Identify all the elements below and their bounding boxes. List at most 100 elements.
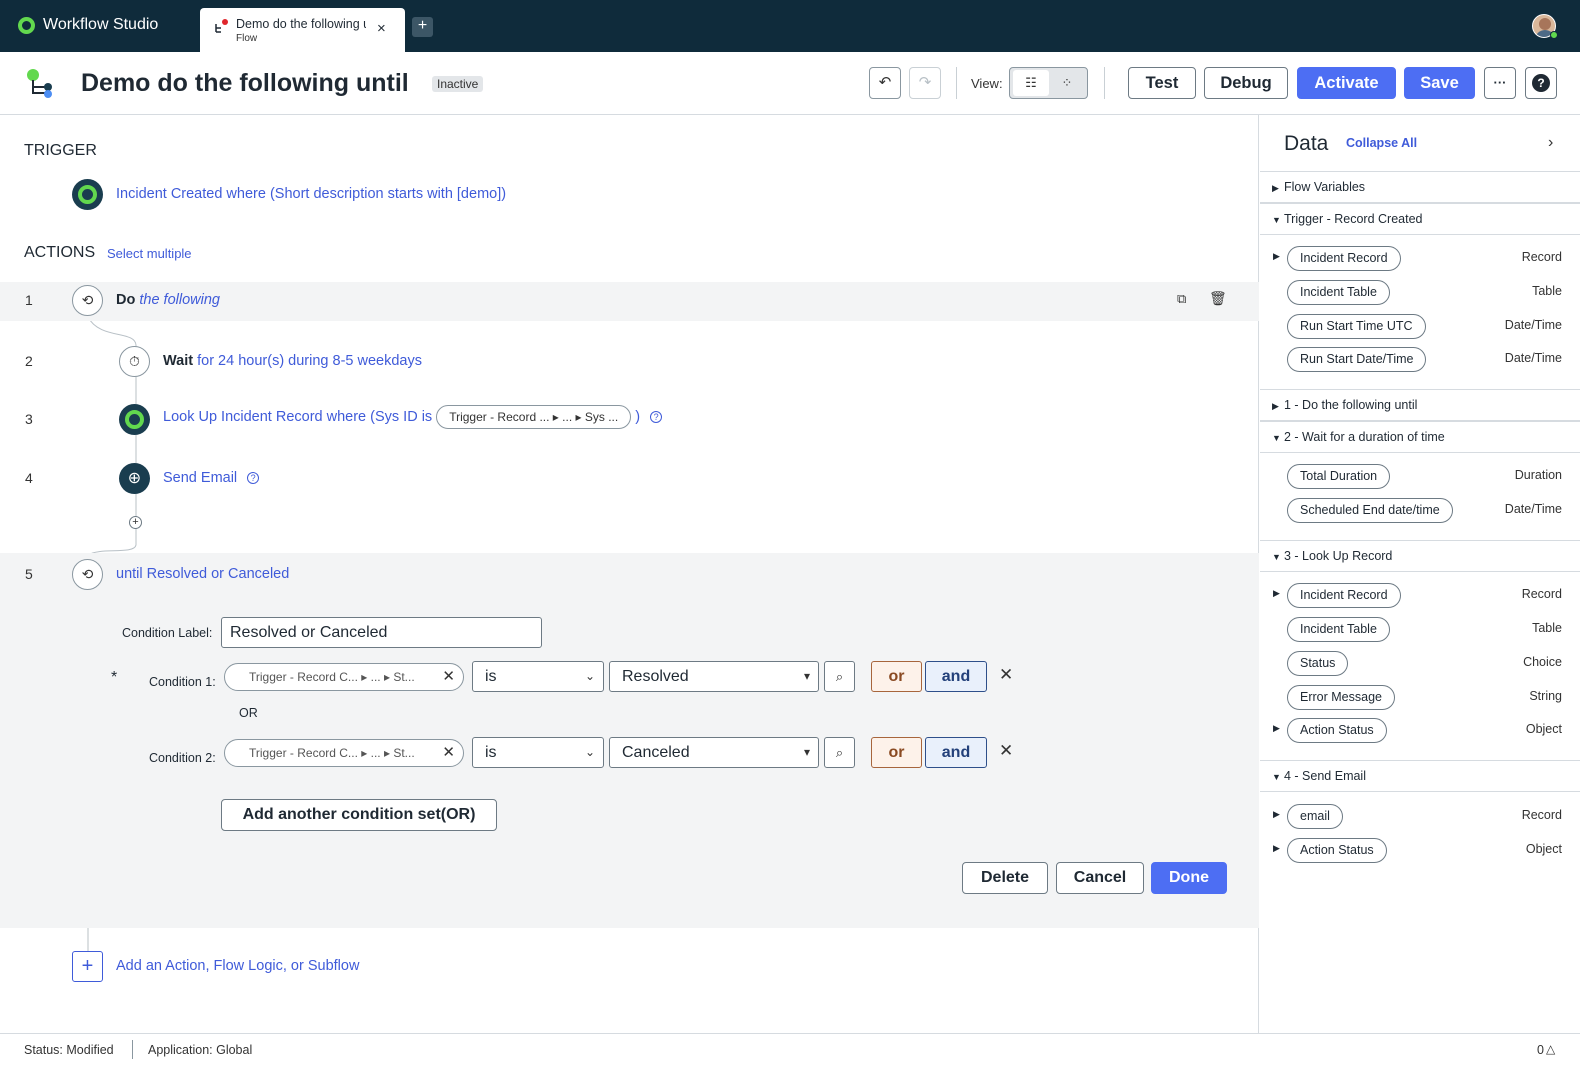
group-step-1[interactable]: ▶ 1 - Do the following until xyxy=(1260,389,1580,421)
group-step-3[interactable]: ▼ 3 - Look Up Record xyxy=(1260,540,1580,572)
collapse-icon: ▼ xyxy=(1272,433,1281,443)
wait-detail: for 24 hour(s) during 8-5 weekdays xyxy=(197,353,422,369)
cancel-button[interactable]: Cancel xyxy=(1056,862,1144,894)
warning-count[interactable]: 0 xyxy=(1537,1043,1544,1057)
save-button[interactable]: Save xyxy=(1404,67,1475,99)
action-4-summary[interactable]: Send Email ? xyxy=(163,470,260,486)
and-button[interactable]: and xyxy=(925,737,987,768)
action-2-summary[interactable]: Wait for 24 hour(s) during 8-5 weekdays xyxy=(163,353,422,369)
caret-down-icon: ▾ xyxy=(803,669,810,683)
flow-tab-icon xyxy=(215,24,221,33)
data-item[interactable]: ▶ Action Status Object xyxy=(1260,838,1580,864)
collapse-icon: ▼ xyxy=(1272,552,1281,562)
panel-title: Data xyxy=(1284,132,1329,155)
help-icon[interactable]: ? xyxy=(247,472,260,485)
clear-field-icon[interactable]: ✕ xyxy=(442,740,455,766)
remove-condition-icon[interactable]: ✕ xyxy=(999,741,1013,761)
row-number: 2 xyxy=(25,353,33,369)
application-text: Application: Global xyxy=(148,1043,253,1057)
condition-1-operator[interactable]: is ⌄ xyxy=(472,661,604,692)
more-options-button[interactable]: ··· xyxy=(1484,67,1516,99)
collapse-all-link[interactable]: Collapse All xyxy=(1346,136,1417,150)
tab-title: Demo do the following until xyxy=(236,17,366,31)
data-item[interactable]: ▶ email Record xyxy=(1260,804,1580,830)
plus-icon[interactable]: + xyxy=(72,951,103,982)
test-button[interactable]: Test xyxy=(1128,67,1196,99)
select-multiple-link[interactable]: Select multiple xyxy=(107,246,192,261)
data-item[interactable]: Incident Table Table xyxy=(1260,617,1580,643)
pill-picker-icon[interactable]: ⌕ xyxy=(824,661,855,692)
and-button[interactable]: and xyxy=(925,661,987,692)
grid-view-icon[interactable]: ⁘ xyxy=(1049,70,1085,96)
condition-2-operator[interactable]: is ⌄ xyxy=(472,737,604,768)
action-1-summary[interactable]: Do the following xyxy=(116,292,220,308)
undo-button[interactable]: ↶ xyxy=(869,67,901,99)
row-number: 5 xyxy=(25,566,33,582)
until-summary[interactable]: until Resolved or Canceled xyxy=(116,566,289,582)
tab-close-icon[interactable]: × xyxy=(377,20,386,37)
lookup-text: Look Up Incident Record where (Sys ID is xyxy=(163,408,433,425)
clear-field-icon[interactable]: ✕ xyxy=(442,664,455,690)
data-item[interactable]: Total Duration Duration xyxy=(1260,464,1580,490)
tree-view-icon[interactable]: ☷ xyxy=(1013,70,1049,96)
delete-button[interactable]: Delete xyxy=(962,862,1048,894)
view-details-icon[interactable]: ⧉ xyxy=(1177,291,1186,307)
data-item[interactable]: ▶ Action Status Object xyxy=(1260,718,1580,744)
action-3-summary[interactable]: Look Up Incident Record where (Sys ID is… xyxy=(163,405,663,429)
status-text: Status: Modified xyxy=(24,1043,114,1057)
divider xyxy=(956,67,957,99)
app-brand[interactable]: Workflow Studio xyxy=(18,16,158,34)
help-button[interactable]: ? xyxy=(1525,67,1557,99)
data-pill[interactable]: Trigger - Record ... ▸ ... ▸ Sys ... xyxy=(436,405,632,429)
condition-2-value[interactable]: Canceled ▾ xyxy=(609,737,819,768)
trigger-heading: TRIGGER xyxy=(24,142,97,159)
row-number: 3 xyxy=(25,411,33,427)
condition-label-input[interactable]: Resolved or Canceled xyxy=(221,617,542,648)
redo-button[interactable]: ↷ xyxy=(909,67,941,99)
help-icon[interactable]: ? xyxy=(650,411,663,423)
or-button[interactable]: or xyxy=(871,661,922,692)
data-item[interactable]: Run Start Time UTC Date/Time xyxy=(1260,314,1580,340)
expand-icon: ▶ xyxy=(1272,183,1279,193)
new-tab-button[interactable]: + xyxy=(412,17,433,37)
done-button[interactable]: Done xyxy=(1151,862,1227,894)
group-trigger[interactable]: ▼ Trigger - Record Created xyxy=(1260,203,1580,235)
condition-1-value[interactable]: Resolved ▾ xyxy=(609,661,819,692)
view-toggle[interactable]: ☷ ⁘ xyxy=(1009,67,1088,99)
timer-icon: ⏱ xyxy=(119,346,150,377)
data-item[interactable]: Run Start Date/Time Date/Time xyxy=(1260,347,1580,373)
warning-icon[interactable]: △ xyxy=(1546,1042,1555,1056)
divider xyxy=(132,1040,133,1059)
trigger-summary[interactable]: Incident Created where (Short descriptio… xyxy=(116,186,506,202)
loop-icon: ⟲ xyxy=(72,285,103,316)
group-flow-variables[interactable]: ▶ Flow Variables xyxy=(1260,171,1580,203)
data-item[interactable]: Incident Table Table xyxy=(1260,280,1580,306)
add-action-link[interactable]: Add an Action, Flow Logic, or Subflow xyxy=(116,958,359,974)
add-step-plus-icon[interactable]: + xyxy=(129,516,142,529)
chevron-right-icon[interactable]: › xyxy=(1548,134,1553,152)
data-item[interactable]: Error Message String xyxy=(1260,685,1580,711)
data-item[interactable]: ▶ Incident Record Record xyxy=(1260,246,1580,272)
condition-2-field[interactable]: Trigger - Record C... ▸ ... ▸ St... ✕ xyxy=(224,739,464,767)
add-condition-set-button[interactable]: Add another condition set(OR) xyxy=(221,799,497,831)
condition-1-field[interactable]: Trigger - Record C... ▸ ... ▸ St... ✕ xyxy=(224,663,464,691)
globe-icon: ⊕ xyxy=(119,463,150,494)
group-step-4[interactable]: ▼ 4 - Send Email xyxy=(1260,760,1580,792)
view-label: View: xyxy=(971,76,1003,91)
collapse-icon: ▼ xyxy=(1272,215,1281,225)
data-item[interactable]: Scheduled End date/time Date/Time xyxy=(1260,498,1580,524)
remove-condition-icon[interactable]: ✕ xyxy=(999,665,1013,685)
data-item[interactable]: ▶ Incident Record Record xyxy=(1260,583,1580,609)
debug-button[interactable]: Debug xyxy=(1204,67,1288,99)
pill-picker-icon[interactable]: ⌕ xyxy=(824,737,855,768)
group-step-2[interactable]: ▼ 2 - Wait for a duration of time xyxy=(1260,421,1580,453)
flow-tab[interactable]: Demo do the following until Flow × xyxy=(200,8,405,52)
or-button[interactable]: or xyxy=(871,737,922,768)
do-keyword: Do xyxy=(116,292,136,308)
data-item[interactable]: Status Choice xyxy=(1260,651,1580,677)
expand-icon: ▶ xyxy=(1272,401,1279,411)
activate-button[interactable]: Activate xyxy=(1297,67,1396,99)
flow-icon xyxy=(27,69,52,98)
trash-icon[interactable]: 🗑 xyxy=(1209,290,1227,307)
condition-2-caption: Condition 2: xyxy=(149,751,216,765)
